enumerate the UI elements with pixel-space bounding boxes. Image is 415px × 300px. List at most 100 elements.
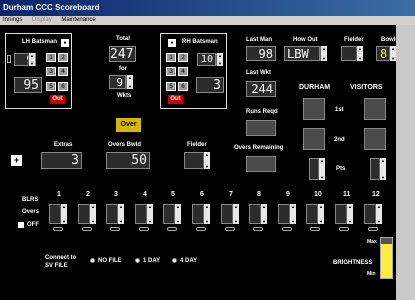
row-2nd-label: 2nd [334,137,345,143]
bowler-number-label: 4 [143,191,147,198]
total-label: Total [116,36,130,42]
window-title: Durham CCC Scoreboard [0,0,415,16]
brightness-max-label: Max [367,239,377,245]
rh-batsman-number: 10 [197,53,216,66]
bowler-indicator[interactable] [310,227,320,231]
bowler-indicator[interactable] [253,227,263,231]
lh-batsman-number-spinner[interactable] [28,53,35,66]
lh-key-1[interactable]: 1 [46,53,56,62]
fielder-top-label: Fielder [344,37,364,43]
rh-batsman-panel: ● RH Batsman 1 2 3 4 5 6 Out 10 3 [160,33,227,109]
rh-batsman-label: RH Batsman [182,39,218,45]
rh-key-6[interactable]: 6 [178,82,188,91]
bowler-overs-spinner[interactable] [89,204,96,224]
lh-key-4[interactable]: 4 [58,67,68,76]
bowler-number-label: 10 [314,191,322,198]
menu-maintenance[interactable]: Maintenance [61,17,95,23]
bowler-overs-spinner[interactable] [346,204,353,224]
radio-4-day-label: 4 DAY [180,258,198,264]
bowler-indicator[interactable] [53,227,63,231]
rh-out-button[interactable]: Out [168,95,183,104]
bowler-overs-spinner[interactable] [232,204,239,224]
fielder-mid-spinner[interactable] [203,152,210,169]
bowlers-overs-label: Overs [22,209,40,215]
rh-key-4[interactable]: 4 [178,67,188,76]
bowler-indicator[interactable] [110,227,120,231]
off-checkbox[interactable] [18,222,24,228]
brightness-slider[interactable] [380,237,393,279]
bowler-spinner[interactable] [389,46,396,61]
lh-out-button[interactable]: Out [50,95,65,104]
bowler-number-label: 3 [114,191,118,198]
lh-key-5[interactable]: 5 [46,82,56,91]
radio-no-file-label: NO FILE [98,258,122,264]
bowler-overs-spinner[interactable] [146,204,153,224]
overs-bowled-label: Overs Bwld [108,142,142,148]
for-label: for [119,66,127,72]
rh-batsman-score: 3 [196,77,224,93]
menu-display[interactable]: Display [32,17,52,23]
bowler-number-label: 6 [200,191,204,198]
rh-key-5[interactable]: 5 [166,82,176,91]
home-pts-spinner[interactable] [318,158,325,180]
rh-batsman-number-spinner[interactable] [216,53,223,66]
total-runs: 247 [109,46,136,62]
connect-label: Connect to [45,255,77,261]
radio-no-file[interactable] [90,258,95,263]
rh-key-1[interactable]: 1 [166,53,176,62]
away-2nd-innings [364,128,386,150]
radio-1-day-label: 1 DAY [143,258,161,264]
bowler-indicator[interactable] [282,227,292,231]
lh-batsman-dot-button[interactable]: ● [61,39,69,47]
bowler-number-label: 8 [257,191,261,198]
bowler-indicator[interactable] [82,227,92,231]
sv-file-label: SV FILE [45,263,68,269]
wkts-label: Wkts [117,93,132,99]
bowler-overs-spinner[interactable] [375,204,382,224]
rh-batsman-dot-button[interactable]: ● [168,39,176,47]
bowler-overs-spinner[interactable] [260,204,267,224]
bowler-number-label: 7 [229,191,233,198]
away-pts-spinner[interactable] [379,158,386,180]
radio-1-day[interactable] [135,258,140,263]
bowler-indicator[interactable] [196,227,206,231]
lh-key-2[interactable]: 2 [58,53,68,62]
bowler-overs-spinner[interactable] [289,204,296,224]
bowler-overs-spinner[interactable] [60,204,67,224]
rh-key-2[interactable]: 2 [178,53,188,62]
menu-bar: Innings Display Maintenance [0,16,415,25]
how-out-spinner[interactable] [320,46,327,61]
how-out-label: How Out [293,37,318,43]
lh-strike-indicator[interactable] [7,55,11,63]
lh-key-3[interactable]: 3 [46,67,56,76]
add-extra-button[interactable]: + [11,155,22,166]
lh-key-6[interactable]: 6 [58,82,68,91]
fielder-top-spinner[interactable] [356,46,363,61]
lh-batsman-score: 95 [14,77,42,93]
off-label: OFF [27,222,39,228]
bowler-overs-spinner[interactable] [117,204,124,224]
bowler-overs-spinner[interactable] [203,204,210,224]
rh-key-3[interactable]: 3 [166,67,176,76]
bowler-indicator[interactable] [167,227,177,231]
menu-innings[interactable]: Innings [3,17,22,23]
bowler-indicator[interactable] [339,227,349,231]
bowler-number-label: 2 [86,191,90,198]
home-2nd-innings [303,128,325,150]
bowler-overs-spinner[interactable] [317,204,324,224]
wickets-spinner[interactable] [126,75,133,89]
overs-bowled-value: 50 [106,152,150,169]
bowler-overs-spinner[interactable] [174,204,181,224]
runs-reqd-value [246,120,276,136]
last-man-value: 98 [246,46,276,61]
pts-label: Pts [336,166,346,172]
how-out-value: LBW [284,46,320,61]
team-away-label: VISITORS [350,84,383,91]
bowler-indicator[interactable] [368,227,378,231]
bowler-indicator[interactable] [225,227,235,231]
over-button[interactable]: Over [116,118,141,132]
extras-value: 3 [41,152,82,169]
last-wkt-label: Last Wkt [246,70,272,76]
radio-4-day[interactable] [172,258,177,263]
bowler-indicator[interactable] [139,227,149,231]
